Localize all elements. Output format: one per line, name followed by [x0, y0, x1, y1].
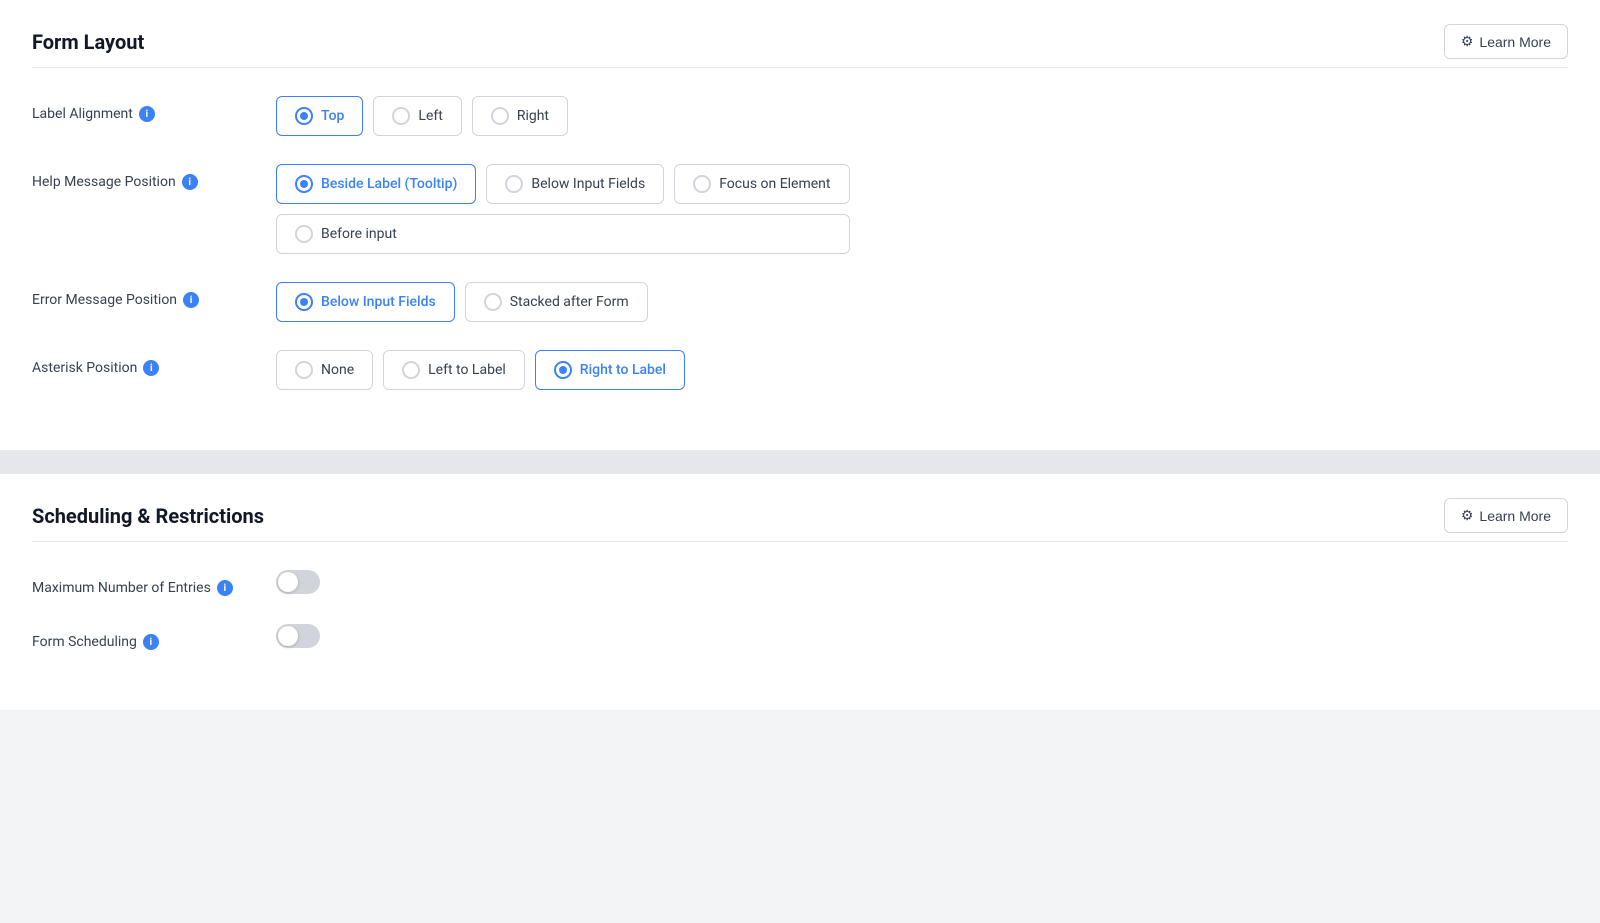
help-message-top-row: Beside Label (Tooltip) Below Input Field…	[276, 164, 850, 204]
asterisk-none-radio	[295, 361, 313, 379]
help-below-input-radio	[505, 175, 523, 193]
form-scheduling-label: Form Scheduling i	[32, 624, 252, 650]
scheduling-gear-icon: ⚙	[1461, 507, 1474, 524]
asterisk-position-label: Asterisk Position i	[32, 350, 252, 376]
label-alignment-options: Top Left Right	[276, 96, 568, 136]
label-alignment-text: Label Alignment	[32, 106, 133, 122]
help-focus-element-text: Focus on Element	[719, 176, 830, 192]
label-alignment-right-option[interactable]: Right	[472, 96, 568, 136]
form-layout-learn-more-button[interactable]: ⚙ Learn More	[1444, 24, 1568, 59]
max-entries-label: Maximum Number of Entries i	[32, 570, 252, 596]
asterisk-position-info-icon[interactable]: i	[143, 360, 159, 376]
help-beside-label-radio	[295, 175, 313, 193]
label-alignment-left-option[interactable]: Left	[373, 96, 461, 136]
scheduling-restrictions-header: Scheduling & Restrictions ⚙ Learn More	[32, 498, 1568, 533]
error-message-position-options: Below Input Fields Stacked after Form	[276, 282, 648, 322]
form-scheduling-info-icon[interactable]: i	[143, 634, 159, 650]
error-message-position-text: Error Message Position	[32, 292, 177, 308]
section-divider	[0, 450, 1600, 474]
gear-icon: ⚙	[1461, 33, 1474, 50]
error-stacked-after-option[interactable]: Stacked after Form	[465, 282, 648, 322]
help-before-input-text: Before input	[321, 226, 397, 242]
max-entries-toggle-thumb	[278, 572, 298, 592]
error-below-input-radio	[295, 293, 313, 311]
scheduling-restrictions-learn-more-button[interactable]: ⚙ Learn More	[1444, 498, 1568, 533]
scheduling-restrictions-title: Scheduling & Restrictions	[32, 504, 264, 528]
asterisk-right-to-label-text: Right to Label	[580, 362, 666, 378]
label-alignment-left-radio	[392, 107, 410, 125]
asterisk-left-to-label-option[interactable]: Left to Label	[383, 350, 525, 390]
help-message-position-options: Beside Label (Tooltip) Below Input Field…	[276, 164, 850, 254]
form-layout-divider	[32, 67, 1568, 68]
error-stacked-after-radio	[484, 293, 502, 311]
error-below-input-text: Below Input Fields	[321, 294, 436, 310]
help-beside-label-text: Beside Label (Tooltip)	[321, 176, 457, 192]
help-message-position-row: Help Message Position i Beside Label (To…	[32, 164, 1568, 254]
max-entries-info-icon[interactable]: i	[217, 580, 233, 596]
max-entries-row: Maximum Number of Entries i	[32, 570, 1568, 596]
error-message-position-label: Error Message Position i	[32, 282, 252, 308]
help-focus-element-option[interactable]: Focus on Element	[674, 164, 849, 204]
help-before-input-option[interactable]: Before input	[276, 214, 850, 254]
scheduling-restrictions-divider	[32, 541, 1568, 542]
label-alignment-right-radio	[491, 107, 509, 125]
help-message-position-text: Help Message Position	[32, 174, 176, 190]
asterisk-position-row: Asterisk Position i None Left to Label R…	[32, 350, 1568, 390]
label-alignment-top-radio	[295, 107, 313, 125]
help-message-position-info-icon[interactable]: i	[182, 174, 198, 190]
help-before-input-radio	[295, 225, 313, 243]
error-stacked-after-text: Stacked after Form	[510, 294, 629, 310]
label-alignment-top-option[interactable]: Top	[276, 96, 363, 136]
asterisk-none-option[interactable]: None	[276, 350, 373, 390]
asterisk-left-to-label-radio	[402, 361, 420, 379]
label-alignment-row: Label Alignment i Top Left Right	[32, 96, 1568, 136]
form-layout-title: Form Layout	[32, 30, 144, 54]
label-alignment-top-label: Top	[321, 108, 344, 124]
help-message-bottom-row: Before input	[276, 214, 850, 254]
error-below-input-option[interactable]: Below Input Fields	[276, 282, 455, 322]
form-layout-header: Form Layout ⚙ Learn More	[32, 24, 1568, 59]
max-entries-toggle-track	[276, 570, 320, 594]
help-below-input-option[interactable]: Below Input Fields	[486, 164, 664, 204]
label-alignment-info-icon[interactable]: i	[139, 106, 155, 122]
help-focus-element-radio	[693, 175, 711, 193]
form-scheduling-text: Form Scheduling	[32, 634, 137, 650]
form-layout-section: Form Layout ⚙ Learn More Label Alignment…	[0, 0, 1600, 450]
form-scheduling-toggle-track	[276, 624, 320, 648]
label-alignment-right-label: Right	[517, 108, 549, 124]
form-scheduling-row: Form Scheduling i	[32, 624, 1568, 650]
help-message-position-label: Help Message Position i	[32, 164, 252, 190]
error-message-position-row: Error Message Position i Below Input Fie…	[32, 282, 1568, 322]
asterisk-left-to-label-text: Left to Label	[428, 362, 506, 378]
asterisk-none-text: None	[321, 362, 354, 378]
error-message-position-info-icon[interactable]: i	[183, 292, 199, 308]
scheduling-restrictions-learn-more-label: Learn More	[1479, 508, 1551, 524]
max-entries-text: Maximum Number of Entries	[32, 580, 211, 596]
form-layout-learn-more-label: Learn More	[1479, 34, 1551, 50]
asterisk-right-to-label-radio	[554, 361, 572, 379]
help-beside-label-option[interactable]: Beside Label (Tooltip)	[276, 164, 476, 204]
asterisk-right-to-label-option[interactable]: Right to Label	[535, 350, 685, 390]
asterisk-position-options: None Left to Label Right to Label	[276, 350, 685, 390]
form-scheduling-toggle-thumb	[278, 626, 298, 646]
max-entries-toggle[interactable]	[276, 570, 320, 594]
asterisk-position-text: Asterisk Position	[32, 360, 137, 376]
scheduling-restrictions-section: Scheduling & Restrictions ⚙ Learn More M…	[0, 474, 1600, 710]
help-below-input-text: Below Input Fields	[531, 176, 645, 192]
label-alignment-left-label: Left	[418, 108, 442, 124]
label-alignment-label: Label Alignment i	[32, 96, 252, 122]
form-scheduling-toggle[interactable]	[276, 624, 320, 648]
